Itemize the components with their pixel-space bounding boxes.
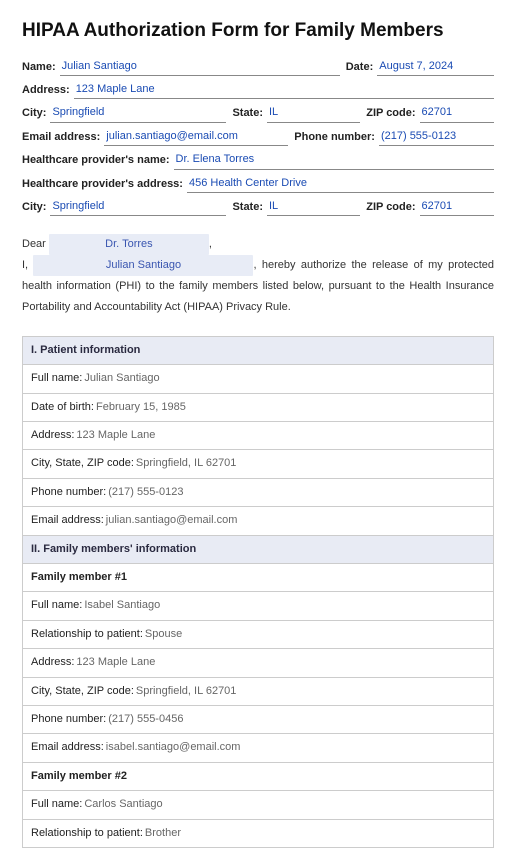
family-member-1-header: Family member #1	[23, 564, 493, 592]
fm1-rel-label: Relationship to patient:	[31, 627, 143, 642]
i-text: I,	[22, 259, 28, 271]
phone-label: Phone number:	[31, 485, 106, 500]
fm2-rel-label: Relationship to patient:	[31, 826, 143, 841]
fm1-csz-label: City, State, ZIP code:	[31, 684, 134, 699]
phone-label: Phone number:	[294, 130, 375, 146]
fm1-addr-value: 123 Maple Lane	[76, 655, 155, 670]
addr-label: Address:	[31, 428, 74, 443]
fm1-email-label: Email address:	[31, 740, 104, 755]
addr-value: 123 Maple Lane	[76, 428, 155, 443]
family-member-2-header: Family member #2	[23, 763, 493, 791]
fm1-rel-value: Spouse	[145, 627, 182, 642]
fm2-fullname-value: Carlos Santiago	[84, 797, 162, 812]
provider-name-input[interactable]: Dr. Elena Torres	[174, 152, 494, 169]
fm1-addr-label: Address:	[31, 655, 74, 670]
phone-value: (217) 555-0123	[108, 485, 183, 500]
info-table: I. Patient information Full name:Julian …	[22, 336, 494, 848]
address-input[interactable]: 123 Maple Lane	[74, 82, 494, 99]
table-row: City, State, ZIP code:Springfield, IL 62…	[23, 678, 493, 706]
fm1-fullname-label: Full name:	[31, 598, 82, 613]
table-row: Phone number:(217) 555-0123	[23, 479, 493, 507]
city-input[interactable]: Springfield	[50, 105, 226, 122]
state-input[interactable]: IL	[267, 105, 360, 122]
fm1-fullname-value: Isabel Santiago	[84, 598, 160, 613]
email-value: julian.santiago@email.com	[106, 513, 238, 528]
fm1-phone-value: (217) 555-0456	[108, 712, 183, 727]
name-input[interactable]: Julian Santiago	[60, 59, 340, 76]
table-row: Full name:Julian Santiago	[23, 365, 493, 393]
state-label: State:	[232, 106, 263, 122]
zip-label: ZIP code:	[366, 106, 415, 122]
address-label: Address:	[22, 83, 70, 99]
provider-city-input[interactable]: Springfield	[50, 199, 226, 216]
table-row: Address:123 Maple Lane	[23, 422, 493, 450]
fullname-label: Full name:	[31, 371, 82, 386]
fm1-csz-value: Springfield, IL 62701	[136, 684, 237, 699]
letter-body: Dear Dr. Torres, I, Julian Santiago, her…	[22, 234, 494, 318]
csz-value: Springfield, IL 62701	[136, 456, 237, 471]
email-label: Email address:	[31, 513, 104, 528]
date-label: Date:	[346, 60, 374, 76]
fm1-phone-label: Phone number:	[31, 712, 106, 727]
section-patient-info: I. Patient information	[23, 337, 493, 365]
fullname-value: Julian Santiago	[84, 371, 159, 386]
provider-name-label: Healthcare provider's name:	[22, 153, 170, 169]
date-input[interactable]: August 7, 2024	[377, 59, 494, 76]
email-label: Email address:	[22, 130, 100, 146]
table-row: Full name:Carlos Santiago	[23, 791, 493, 819]
dob-label: Date of birth:	[31, 400, 94, 415]
phone-input[interactable]: (217) 555-0123	[379, 129, 494, 146]
table-row: Email address:isabel.santiago@email.com	[23, 734, 493, 762]
dear-text: Dear	[22, 238, 46, 250]
csz-label: City, State, ZIP code:	[31, 456, 134, 471]
section-family-info: II. Family members' information	[23, 536, 493, 564]
table-row: Address:123 Maple Lane	[23, 649, 493, 677]
fm1-email-value: isabel.santiago@email.com	[106, 740, 241, 755]
name-label: Name:	[22, 60, 56, 76]
dob-value: February 15, 1985	[96, 400, 186, 415]
table-row: Phone number:(217) 555-0456	[23, 706, 493, 734]
fm2-rel-value: Brother	[145, 826, 181, 841]
zip-input[interactable]: 62701	[420, 105, 494, 122]
table-row: Relationship to patient:Brother	[23, 820, 493, 848]
dear-comma: ,	[209, 238, 212, 250]
fm2-fullname-label: Full name:	[31, 797, 82, 812]
page-title: HIPAA Authorization Form for Family Memb…	[22, 18, 494, 45]
provider-address-input[interactable]: 456 Health Center Drive	[187, 176, 494, 193]
provider-state-input[interactable]: IL	[267, 199, 360, 216]
provider-city-label: City:	[22, 200, 46, 216]
recipient-blank[interactable]: Dr. Torres	[49, 234, 209, 255]
provider-zip-label: ZIP code:	[366, 200, 415, 216]
city-label: City:	[22, 106, 46, 122]
author-blank[interactable]: Julian Santiago	[33, 255, 253, 276]
table-row: City, State, ZIP code:Springfield, IL 62…	[23, 450, 493, 478]
provider-state-label: State:	[232, 200, 263, 216]
provider-zip-input[interactable]: 62701	[420, 199, 494, 216]
table-row: Full name:Isabel Santiago	[23, 592, 493, 620]
provider-address-label: Healthcare provider's address:	[22, 177, 183, 193]
table-row: Relationship to patient:Spouse	[23, 621, 493, 649]
table-row: Date of birth:February 15, 1985	[23, 394, 493, 422]
table-row: Email address:julian.santiago@email.com	[23, 507, 493, 535]
email-input[interactable]: julian.santiago@email.com	[104, 129, 288, 146]
